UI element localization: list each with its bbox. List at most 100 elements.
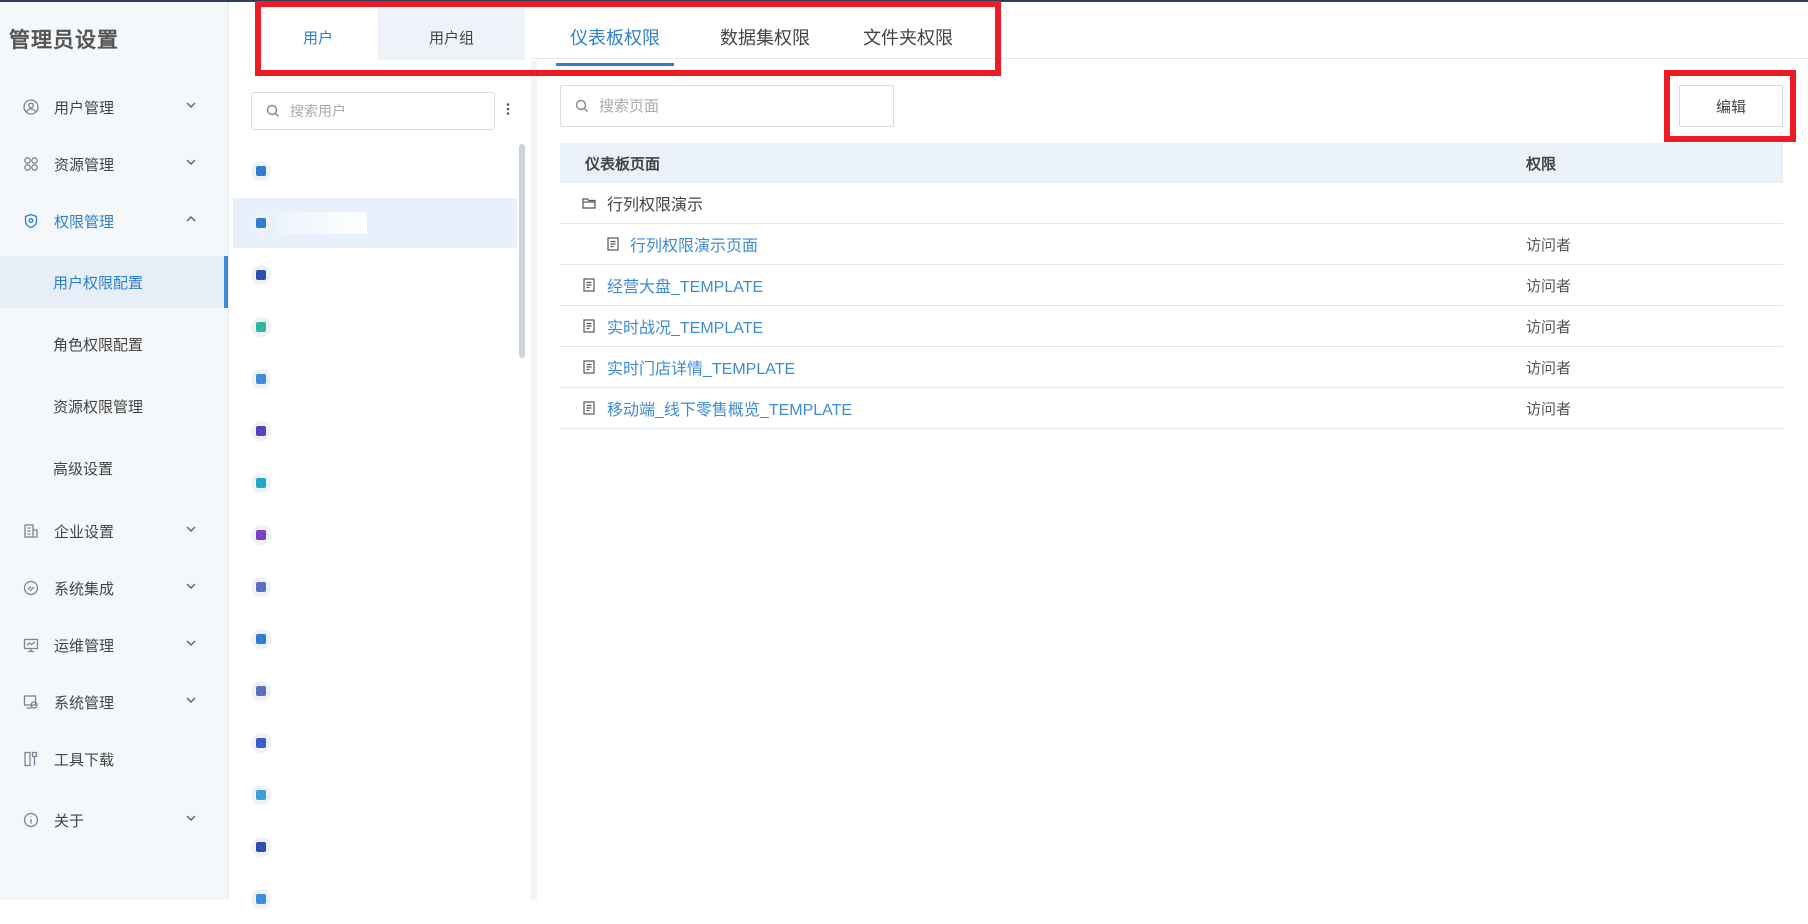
user-list-item[interactable] xyxy=(233,354,517,404)
nav-system-integration[interactable]: 系统集成 xyxy=(0,559,228,617)
user-list-item[interactable] xyxy=(233,198,517,248)
nav-system-management[interactable]: 系统管理 xyxy=(0,673,228,731)
nav-resource-management[interactable]: 资源管理 xyxy=(0,135,228,193)
redacted-user-name xyxy=(277,420,367,442)
tab-label: 数据集权限 xyxy=(720,28,810,48)
user-list-item[interactable] xyxy=(233,250,517,300)
table-row[interactable]: 行列权限演示页面 访问者 xyxy=(560,224,1783,265)
nav-user-management[interactable]: 用户管理 xyxy=(0,78,228,136)
user-list-item[interactable] xyxy=(233,874,517,924)
redacted-user-name xyxy=(277,628,367,650)
user-list-item[interactable] xyxy=(233,406,517,456)
avatar-pattern xyxy=(256,894,266,904)
top-border xyxy=(0,0,1808,2)
tab-user[interactable]: 用户 xyxy=(258,8,378,66)
redacted-user-name xyxy=(277,368,367,390)
sub-label: 高级设置 xyxy=(53,460,114,478)
avatar-pattern xyxy=(256,478,266,488)
nav-label: 运维管理 xyxy=(54,637,115,655)
table-row[interactable]: 移动端_线下零售概览_TEMPLATE 访问者 xyxy=(560,388,1783,429)
nav-ops-management[interactable]: 运维管理 xyxy=(0,616,228,674)
sub-resource-permission-management[interactable]: 资源权限管理 xyxy=(0,380,224,432)
nav-label: 资源管理 xyxy=(54,156,115,174)
nav-enterprise-settings[interactable]: 企业设置 xyxy=(0,502,228,560)
chevron-down-icon xyxy=(186,640,196,647)
row-name[interactable]: 经营大盘_TEMPLATE xyxy=(607,273,763,297)
row-name[interactable]: 实时门店详情_TEMPLATE xyxy=(607,355,795,379)
avatar xyxy=(251,213,271,233)
edit-button[interactable]: 编辑 xyxy=(1679,85,1783,127)
avatar-pattern xyxy=(256,322,266,332)
user-list-item[interactable] xyxy=(233,146,517,196)
avatar xyxy=(251,473,271,493)
tab-label: 用户 xyxy=(302,29,333,47)
table-row[interactable]: 行列权限演示 xyxy=(560,183,1783,224)
nav-label: 企业设置 xyxy=(54,523,115,541)
user-list-item[interactable] xyxy=(233,562,517,612)
avatar-pattern xyxy=(256,686,266,696)
nav-label: 关于 xyxy=(54,812,85,830)
page-search-input[interactable] xyxy=(597,96,881,116)
nav-permission-management[interactable]: 权限管理 xyxy=(0,192,228,250)
user-search-input[interactable] xyxy=(288,102,482,120)
tab-label: 文件夹权限 xyxy=(863,28,953,48)
table-row[interactable]: 实时门店详情_TEMPLATE 访问者 xyxy=(560,347,1783,388)
nav-label: 用户管理 xyxy=(54,99,115,117)
sub-role-permission-config[interactable]: 角色权限配置 xyxy=(0,318,224,370)
user-list-panel xyxy=(229,60,537,910)
more-options-icon[interactable] xyxy=(501,102,515,122)
table-row[interactable]: 经营大盘_TEMPLATE 访问者 xyxy=(560,265,1783,306)
user-list-item[interactable] xyxy=(233,302,517,352)
redacted-user-name xyxy=(277,888,367,910)
user-list-item[interactable] xyxy=(233,770,517,820)
avatar xyxy=(251,161,271,181)
row-name[interactable]: 移动端_线下零售概览_TEMPLATE xyxy=(607,396,852,420)
row-name: 行列权限演示 xyxy=(607,197,704,214)
table-row[interactable]: 实时战况_TEMPLATE 访问者 xyxy=(560,306,1783,347)
sub-user-permission-config[interactable]: 用户权限配置 xyxy=(0,256,228,308)
user-list-scrollbar[interactable] xyxy=(519,144,525,358)
user-list-item[interactable] xyxy=(233,510,517,560)
user-list-item[interactable] xyxy=(233,666,517,716)
dashboard-permission-table: 仪表板页面 权限 行列权限演示 行列权限演示页面 访问者 经营大盘_TEMPLA… xyxy=(560,143,1783,429)
document-icon xyxy=(583,401,595,415)
user-list-item[interactable] xyxy=(233,458,517,508)
nav-label: 系统集成 xyxy=(54,580,115,598)
redacted-user-name xyxy=(277,160,367,182)
row-permission: 访问者 xyxy=(1526,236,1572,254)
chevron-down-icon xyxy=(186,583,196,590)
avatar-pattern xyxy=(256,218,266,228)
redacted-user-name xyxy=(277,472,367,494)
tab-label: 用户组 xyxy=(428,29,474,47)
user-circle-icon xyxy=(22,98,40,116)
user-list-item[interactable] xyxy=(233,822,517,872)
tab-label: 仪表板权限 xyxy=(570,28,660,48)
avatar-pattern xyxy=(256,426,266,436)
sub-advanced-settings[interactable]: 高级设置 xyxy=(0,442,224,494)
chevron-down-icon xyxy=(186,159,196,166)
user-search-box[interactable] xyxy=(251,92,495,130)
user-list-item[interactable] xyxy=(233,718,517,768)
avatar xyxy=(251,681,271,701)
row-permission: 访问者 xyxy=(1526,318,1572,336)
nav-tools-download[interactable]: 工具下载 xyxy=(0,730,228,788)
avatar-pattern xyxy=(256,270,266,280)
row-name[interactable]: 行列权限演示页面 xyxy=(630,232,758,256)
search-icon xyxy=(575,99,588,112)
avatar-pattern xyxy=(256,530,266,540)
document-icon xyxy=(607,237,619,251)
row-name[interactable]: 实时战况_TEMPLATE xyxy=(607,314,763,338)
document-icon xyxy=(583,319,595,333)
avatar-pattern xyxy=(256,166,266,176)
avatar xyxy=(251,733,271,753)
avatar xyxy=(251,785,271,805)
redacted-user-name xyxy=(277,836,367,858)
avatar xyxy=(251,629,271,649)
sub-label: 用户权限配置 xyxy=(53,274,144,292)
redacted-user-name xyxy=(277,212,367,234)
nav-about[interactable]: 关于 xyxy=(0,791,228,849)
redacted-user-name xyxy=(277,732,367,754)
tab-user-group[interactable]: 用户组 xyxy=(378,8,525,66)
user-list-item[interactable] xyxy=(233,614,517,664)
page-search-box[interactable] xyxy=(560,85,894,127)
